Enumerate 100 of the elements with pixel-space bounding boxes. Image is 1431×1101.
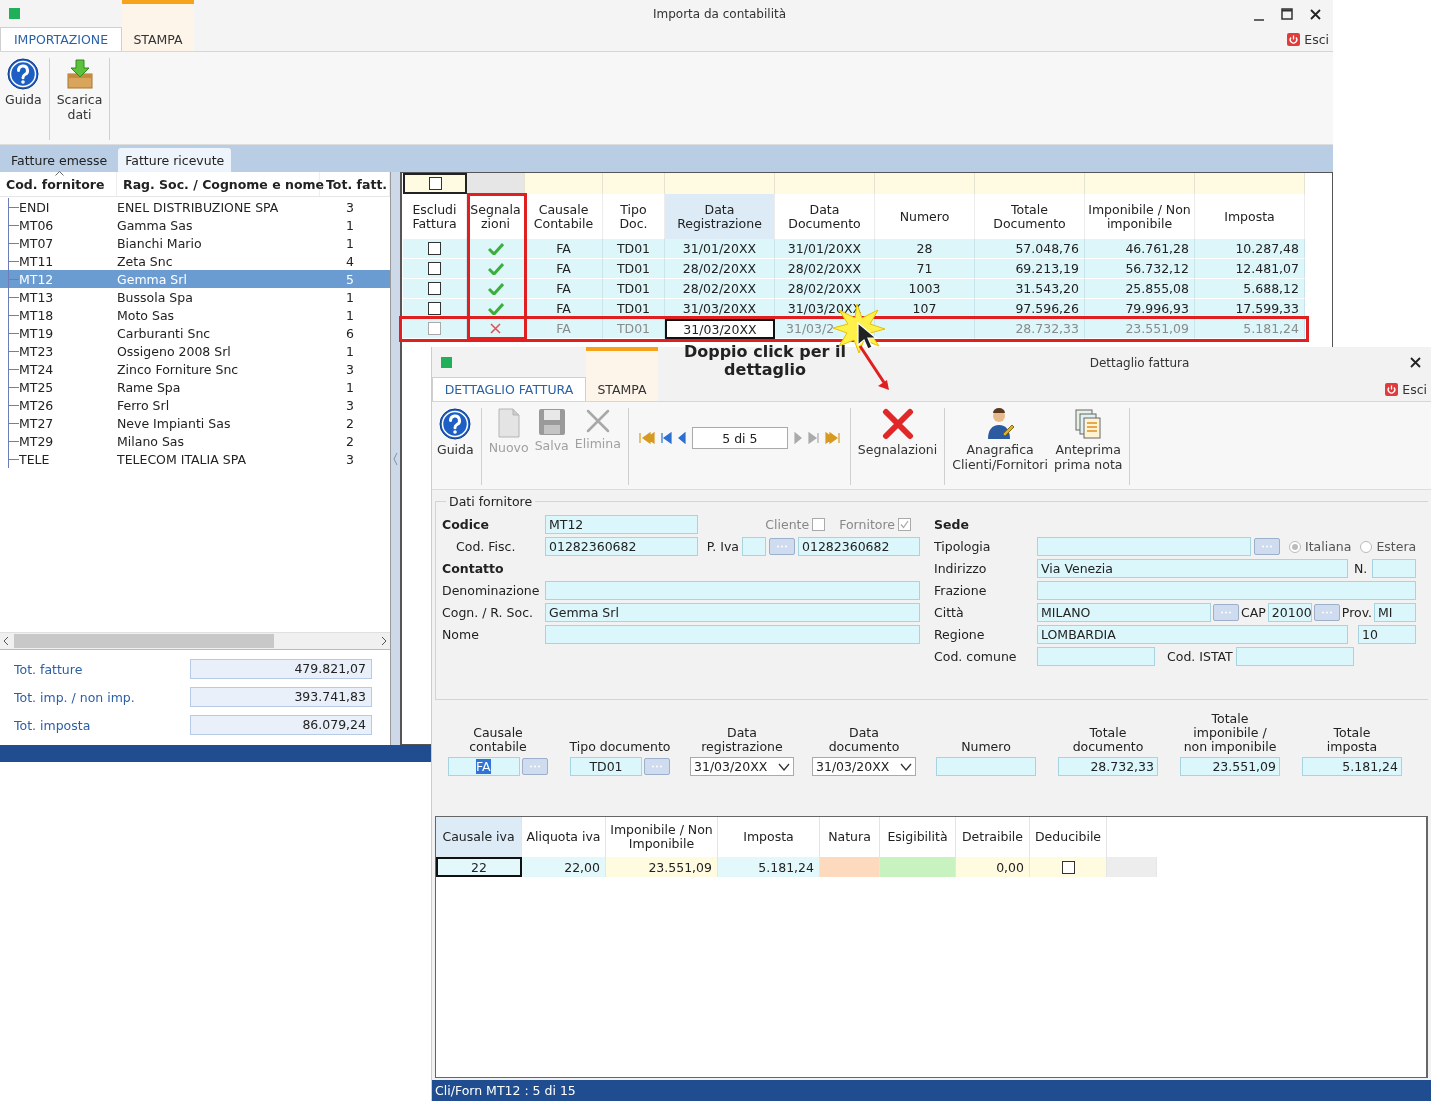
input-field[interactable]: Via Venezia	[1037, 559, 1348, 578]
delete-icon	[584, 408, 611, 434]
list-row[interactable]: MT27 Neve Impianti Sas 2	[0, 414, 390, 432]
toolbar-button[interactable]: Anagrafica Clienti/Fornitori	[949, 408, 1051, 485]
window-title: Dettaglio fattura	[1088, 355, 1191, 370]
scroll-right-icon[interactable]	[381, 636, 387, 646]
column-header[interactable]: Data Registrazione	[665, 194, 775, 239]
toolbar-button[interactable]: Guida	[434, 408, 477, 485]
checkbox[interactable]	[428, 242, 441, 255]
last-page-button[interactable]	[824, 432, 840, 444]
list-row[interactable]: MT24 Zinco Forniture Snc 3	[0, 360, 390, 378]
toolbar-button[interactable]: Scarica dati	[53, 58, 106, 140]
exit-button[interactable]: Esci	[1385, 382, 1427, 397]
column-header[interactable]: Causale iva	[436, 817, 522, 857]
list-row[interactable]: MT29 Milano Sas 2	[0, 432, 390, 450]
tab[interactable]: Fatture ricevute	[118, 148, 232, 172]
tab[interactable]: Fatture emesse	[4, 148, 115, 172]
radio-option[interactable]: Estera	[1360, 539, 1417, 554]
input-field[interactable]: TD01	[570, 757, 642, 776]
checkbox[interactable]	[898, 518, 911, 531]
document-icon	[496, 408, 521, 438]
column-header[interactable]: Cod. fornitore	[0, 172, 117, 196]
previous-button[interactable]	[677, 432, 686, 444]
input-field[interactable]: FA	[448, 757, 520, 776]
field-label: P. Iva	[706, 539, 739, 554]
browse-button[interactable]	[522, 758, 548, 775]
browse-button[interactable]	[1213, 604, 1239, 621]
input-field[interactable]: 28.732,33	[1058, 757, 1158, 776]
list-row[interactable]: MT26 Ferro Srl 3	[0, 396, 390, 414]
list-row[interactable]: MT19 Carburanti Snc 6	[0, 324, 390, 342]
checkbox[interactable]	[812, 518, 826, 531]
browse-button[interactable]	[1313, 604, 1340, 621]
table-cell: 97.596,26	[975, 299, 1085, 319]
input-field[interactable]: 01282360682	[545, 537, 698, 556]
ellipsis-icon	[529, 765, 541, 768]
input-field[interactable]: MILANO	[1037, 603, 1211, 622]
input-field[interactable]	[742, 537, 766, 556]
input-field[interactable]	[1235, 647, 1354, 666]
checkbox[interactable]	[428, 282, 441, 295]
input-field[interactable]: 23.551,09	[1180, 757, 1280, 776]
next-button[interactable]	[793, 432, 802, 444]
exit-button[interactable]: Esci	[1287, 32, 1329, 47]
table-cell: FA	[525, 239, 603, 259]
input-field[interactable]: 5.181,24	[1302, 757, 1402, 776]
toolbar-button[interactable]: Anteprima prima nota	[1050, 408, 1126, 485]
check-icon	[487, 282, 504, 295]
browse-button[interactable]	[769, 538, 795, 555]
arrow-left-bar-icon	[660, 432, 672, 444]
checkbox[interactable]	[428, 177, 442, 190]
input-field[interactable]: MT12	[545, 515, 698, 534]
list-row[interactable]: MT07 Bianchi Mario 1	[0, 234, 390, 252]
scrollbar[interactable]	[0, 632, 390, 650]
input-field[interactable]	[1372, 559, 1416, 578]
input-field[interactable]	[936, 757, 1036, 776]
field-label: Totale imposta	[1326, 726, 1378, 754]
list-row[interactable]: MT18 Moto Sas 1	[0, 306, 390, 324]
input-field[interactable]	[1037, 581, 1416, 600]
ellipsis-icon	[1261, 545, 1273, 548]
list-row[interactable]: MT06 Gamma Sas 1	[0, 216, 390, 234]
radio-option[interactable]: Italiana	[1289, 539, 1352, 554]
scroll-left-icon[interactable]	[3, 636, 9, 646]
input-field[interactable]	[1037, 647, 1155, 666]
checkbox[interactable]	[428, 302, 441, 315]
list-row[interactable]: TELE TELECOM ITALIA SPA 3	[0, 450, 390, 468]
list-row[interactable]: ENDI ENEL DISTRIBUZIONE SPA 3	[0, 198, 390, 216]
table-cell	[820, 857, 880, 877]
first-record-button[interactable]	[660, 432, 672, 444]
input-field[interactable]: Gemma Srl	[545, 603, 920, 622]
browse-button[interactable]	[644, 758, 670, 775]
download-box-icon	[64, 58, 95, 90]
input-field[interactable]: 10	[1358, 625, 1416, 644]
input-field[interactable]	[1037, 537, 1251, 556]
checkbox[interactable]	[1061, 860, 1075, 874]
checkbox[interactable]	[428, 322, 441, 335]
list-row[interactable]: MT25 Rame Spa 1	[0, 378, 390, 396]
checkbox[interactable]	[428, 262, 441, 275]
table-cell: 46.761,28	[1085, 239, 1195, 259]
list-row[interactable]: MT23 Ossigeno 2008 Srl 1	[0, 342, 390, 360]
input-field[interactable]: MI	[1374, 603, 1416, 622]
ribbon-tab[interactable]: IMPORTAZIONE	[0, 27, 122, 51]
input-field[interactable]: 20100	[1267, 603, 1312, 622]
toolbar-button[interactable]: Guida	[2, 58, 45, 140]
field-label: Nome	[442, 627, 480, 642]
list-row[interactable]: MT13 Bussola Spa 1	[0, 288, 390, 306]
dropdown-icon	[778, 762, 790, 771]
date-field[interactable]: 31/03/20XX	[690, 757, 794, 776]
table-cell: 28/02/20XX	[775, 279, 875, 299]
first-page-button[interactable]	[638, 432, 655, 444]
input-field[interactable]: LOMBARDIA	[1037, 625, 1348, 644]
input-field[interactable]: 01282360682	[798, 537, 920, 556]
browse-button[interactable]	[1254, 538, 1280, 555]
filter-cell[interactable]	[403, 173, 467, 194]
date-field[interactable]: 31/03/20XX	[812, 757, 916, 776]
ribbon-tab[interactable]: DETTAGLIO FATTURA	[432, 377, 586, 401]
table-cell: 31.543,20	[975, 279, 1085, 299]
toolbar-button[interactable]: Segnalazioni	[854, 408, 941, 485]
last-record-button[interactable]	[807, 432, 819, 444]
input-field[interactable]	[545, 625, 920, 644]
table-cell: 69.213,19	[975, 259, 1085, 279]
input-field[interactable]	[545, 581, 920, 600]
